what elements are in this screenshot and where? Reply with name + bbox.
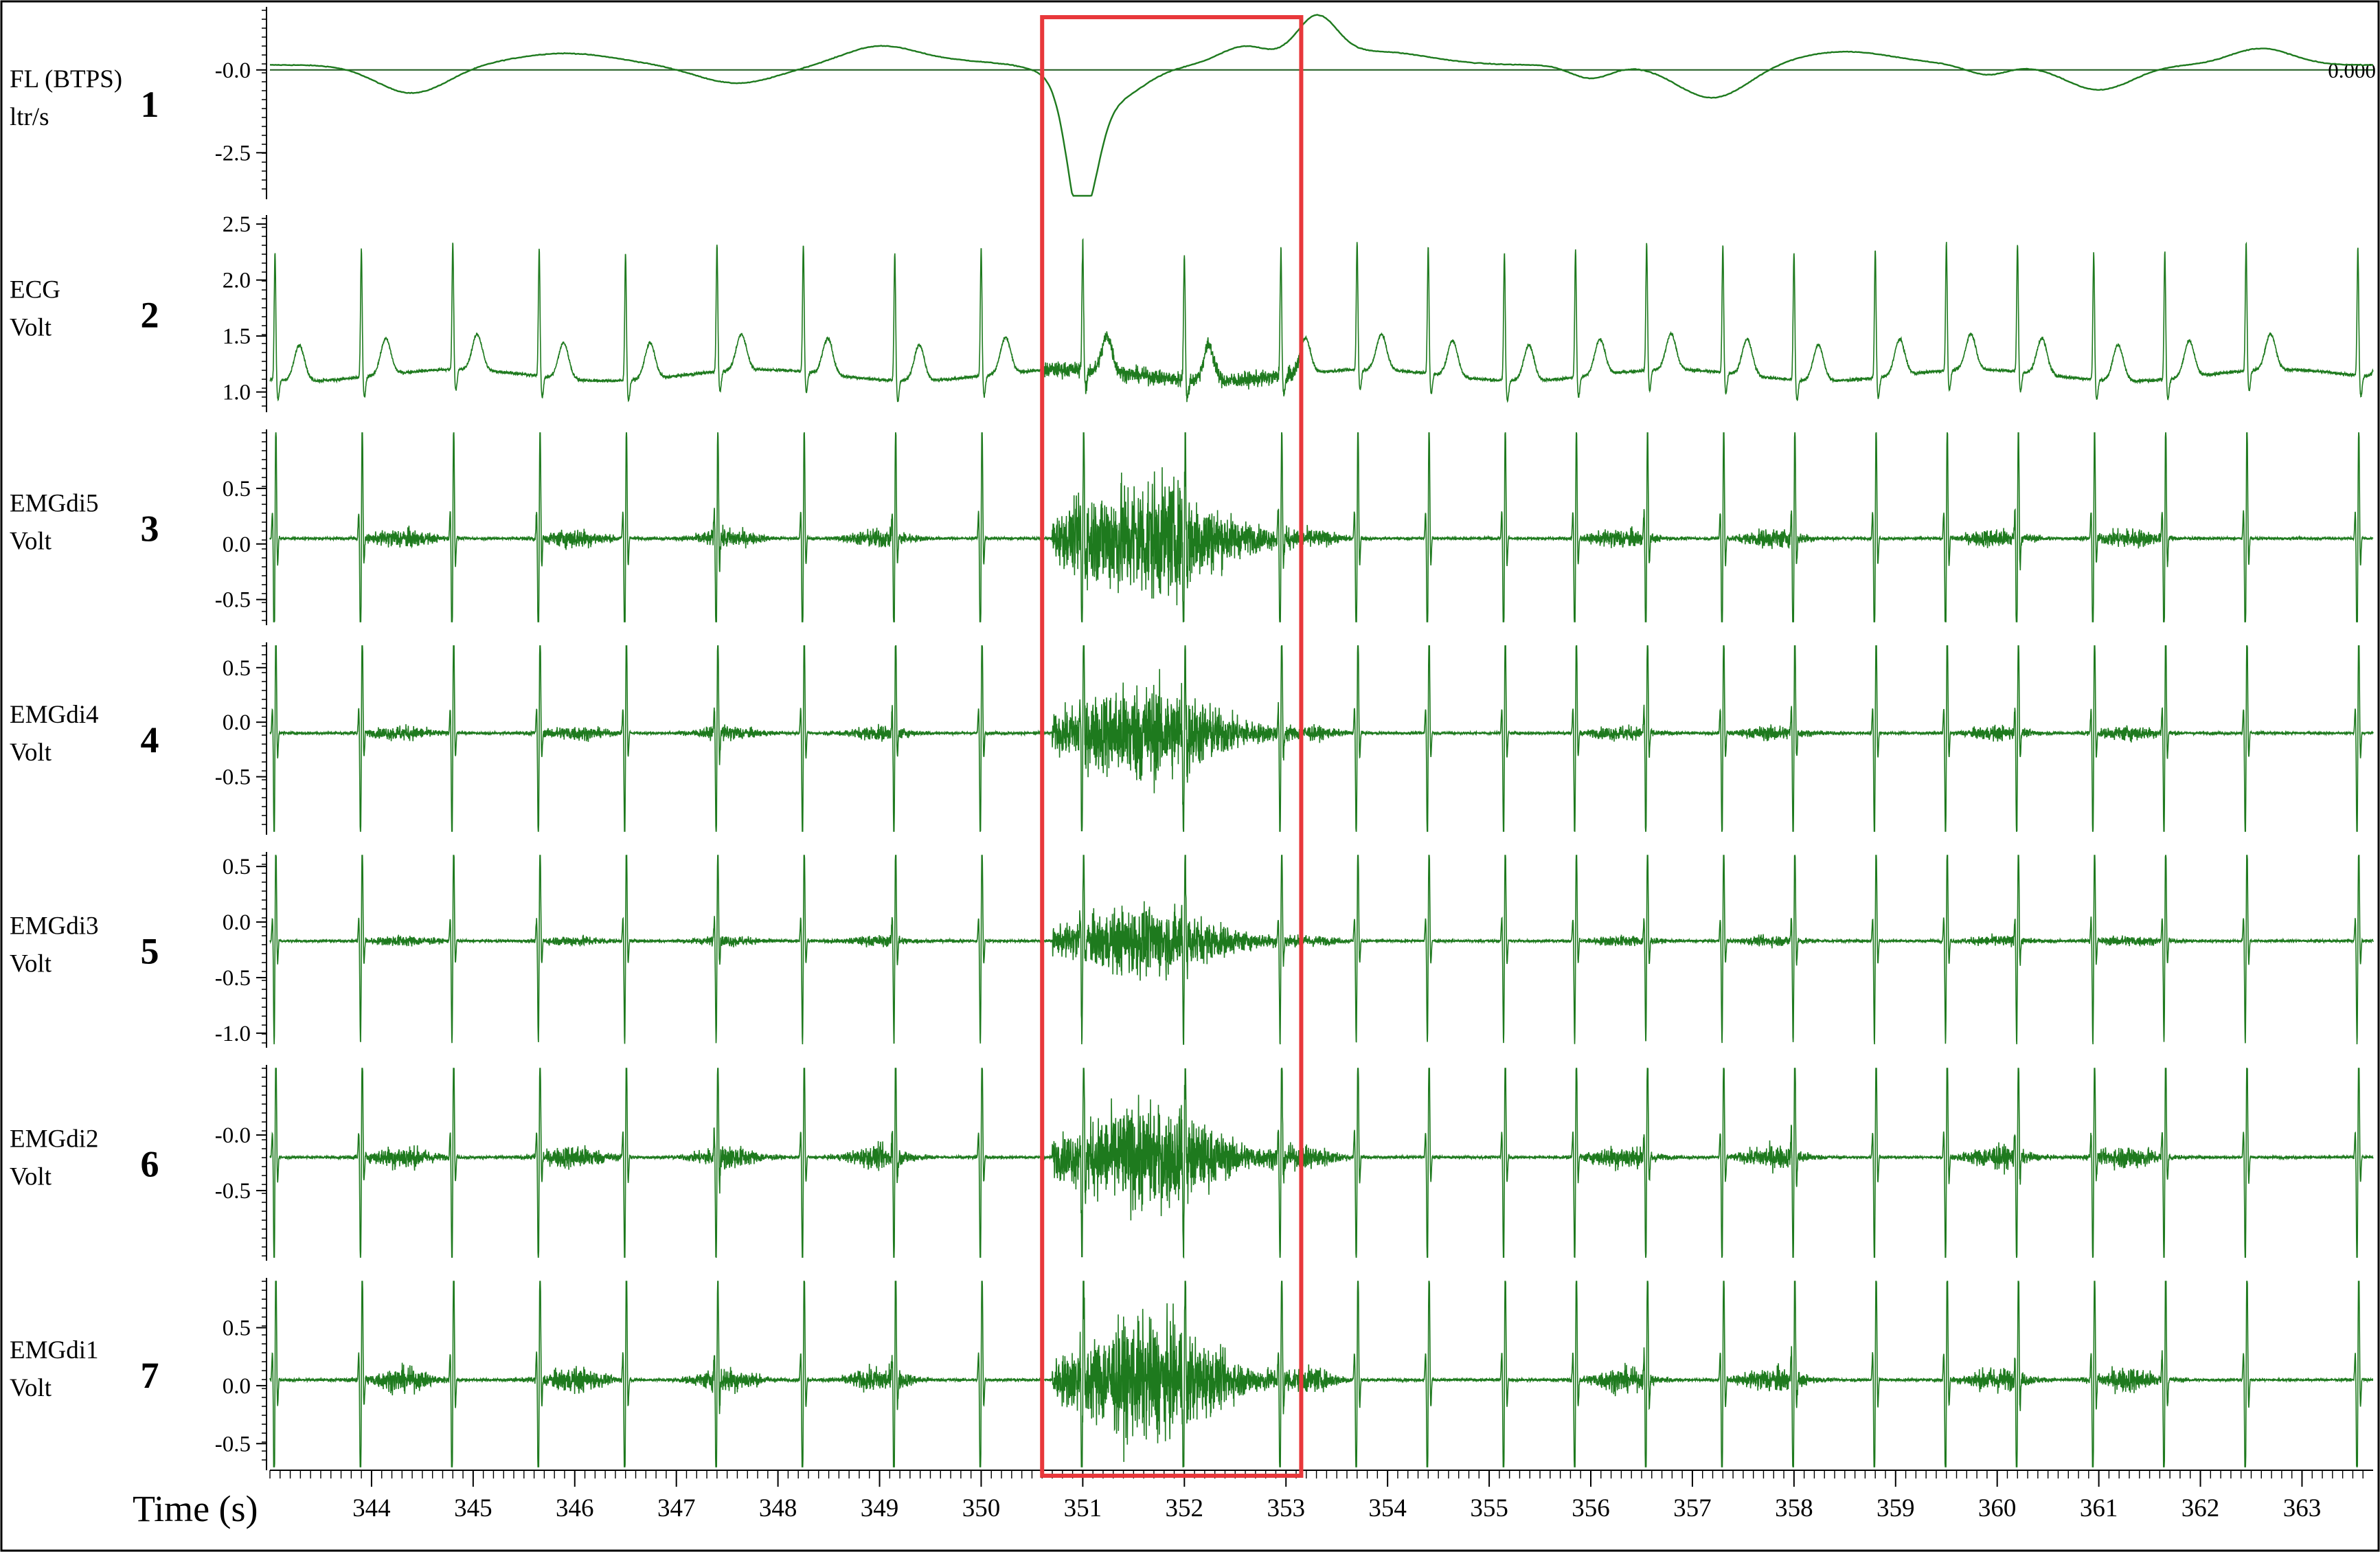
channel-unit: Volt [10, 950, 52, 978]
y-tick-label: 0.0 [223, 710, 251, 735]
x-tick-label: 355 [1470, 1494, 1508, 1522]
channel-name: EMGdi2 [10, 1125, 99, 1154]
y-tick-label: -0.5 [215, 588, 251, 613]
x-tick-label: 358 [1775, 1494, 1813, 1522]
y-tick-label: 0.5 [223, 855, 251, 879]
channel-emgdi3: 0.5 0.0 -0.5 -1.0 EMGdi3 Volt 5 [10, 852, 2374, 1048]
channel-name: FL (BTPS) [10, 65, 122, 93]
x-tick-label: 360 [1978, 1494, 2017, 1522]
y-tick-label: 0.5 [223, 1316, 251, 1341]
channel-emgdi5: 0.5 0.0 -0.5 EMGdi5 Volt 3 [10, 429, 2374, 625]
channel-emgdi2: -0.0 -0.5 EMGdi2 Volt 6 [10, 1065, 2374, 1261]
channel-number: 3 [141, 508, 159, 550]
x-tick-label: 345 [454, 1494, 492, 1522]
x-tick-label: 344 [352, 1494, 391, 1522]
x-tick-label: 352 [1166, 1494, 1204, 1522]
y-tick-label: 0.5 [223, 656, 251, 681]
y-tick-label: 1.5 [223, 324, 251, 349]
channel-name: EMGdi4 [10, 701, 99, 729]
x-tick-label: 359 [1877, 1494, 1915, 1522]
y-tick-label: -0.5 [215, 1432, 251, 1457]
y-tick-label: 0.0 [223, 532, 251, 557]
reference-value-label: 0.000 [2328, 58, 2376, 82]
x-tick-label: 356 [1572, 1494, 1610, 1522]
channel-number: 7 [141, 1355, 159, 1396]
x-tick-label: 347 [657, 1494, 696, 1522]
y-tick-label: 2.0 [223, 269, 251, 293]
channel-ecg: 2.5 2.0 1.5 1.0 ECG Volt 2 [10, 212, 2374, 412]
y-tick-label: -2.5 [215, 141, 251, 166]
trace-emgdi5 [269, 432, 2374, 622]
x-tick-label: 350 [962, 1494, 1001, 1522]
x-tick-label: 346 [556, 1494, 594, 1522]
figure-border [0, 0, 2380, 1552]
y-tick-label: -0.5 [215, 966, 251, 991]
physiological-recording-figure: -0.0 -2.5 FL (BTPS) ltr/s 1 0.000 2.5 2.0 1.5 1.0… [0, 0, 2380, 1552]
trace-fl [269, 14, 2374, 197]
channel-emgdi4: 0.5 0.0 -0.5 EMGdi4 Volt 4 [10, 642, 2374, 835]
channel-fl: -0.0 -2.5 FL (BTPS) ltr/s 1 0.000 [10, 7, 2376, 199]
trace-ecg [269, 238, 2374, 403]
x-tick-label: 354 [1368, 1494, 1407, 1522]
x-tick-label: 363 [2283, 1494, 2322, 1522]
channel-unit: ltr/s [10, 103, 49, 131]
x-axis-label: Time (s) [133, 1488, 258, 1529]
channel-name: EMGdi3 [10, 912, 99, 941]
channel-number: 1 [141, 84, 159, 125]
x-tick-label: 351 [1064, 1494, 1102, 1522]
channel-unit: Volt [10, 1163, 52, 1191]
channel-unit: Volt [10, 1374, 52, 1402]
channel-name: EMGdi5 [10, 490, 99, 518]
channel-unit: Volt [10, 528, 52, 556]
channel-number: 2 [141, 295, 159, 336]
y-tick-label: 1.0 [223, 381, 251, 405]
trace-emgdi4 [269, 645, 2374, 832]
x-tick-label: 361 [2080, 1494, 2118, 1522]
x-tick-label: 353 [1267, 1494, 1305, 1522]
time-axis: 344 345 346 347 348 349 350 351 352 353 354 355 356 3… [133, 1470, 2373, 1529]
channel-number: 6 [141, 1144, 159, 1185]
channel-emgdi1: 0.5 0.0 -0.5 EMGdi1 Volt 7 [10, 1278, 2374, 1470]
y-tick-label: -1.0 [215, 1022, 251, 1046]
y-tick-label: 0.5 [223, 477, 251, 502]
y-tick-label: -0.0 [215, 58, 251, 83]
y-tick-label: -0.5 [215, 1179, 251, 1204]
trace-emgdi3 [269, 855, 2374, 1045]
channel-number: 5 [141, 931, 159, 972]
x-tick-label: 357 [1673, 1494, 1712, 1522]
y-tick-label: 0.0 [223, 910, 251, 935]
y-tick-label: 0.0 [223, 1374, 251, 1399]
channel-number: 4 [141, 719, 159, 761]
channel-panels: -0.0 -2.5 FL (BTPS) ltr/s 1 0.000 2.5 2.0 1.5 1.0… [10, 7, 2376, 1470]
channel-name: ECG [10, 276, 60, 304]
channel-unit: Volt [10, 739, 52, 767]
trace-emgdi1 [269, 1281, 2374, 1467]
x-tick-label: 349 [861, 1494, 899, 1522]
channel-unit: Volt [10, 314, 52, 342]
channel-name: EMGdi1 [10, 1336, 99, 1364]
y-tick-label: -0.0 [215, 1123, 251, 1148]
y-tick-label: -0.5 [215, 765, 251, 790]
x-tick-label: 348 [759, 1494, 797, 1522]
y-tick-label: 2.5 [223, 212, 251, 237]
x-tick-label: 362 [2181, 1494, 2220, 1522]
trace-emgdi2 [269, 1068, 2374, 1259]
